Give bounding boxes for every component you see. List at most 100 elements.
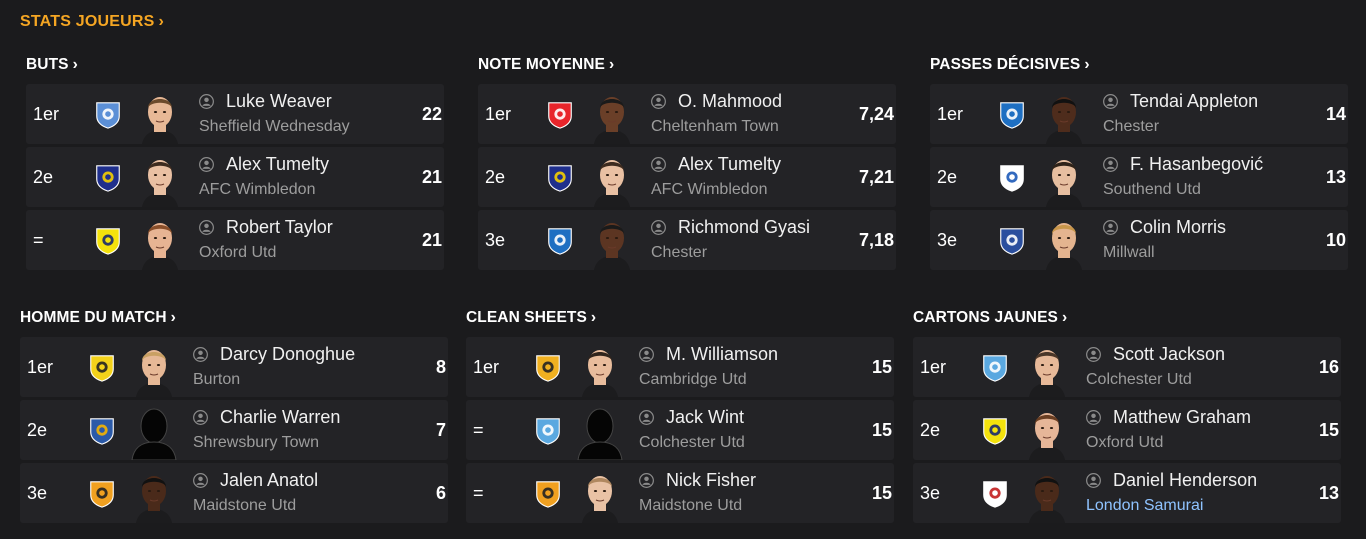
player-name-line[interactable]: Matthew Graham bbox=[1086, 407, 1251, 428]
player-face-icon[interactable] bbox=[1023, 341, 1071, 397]
player-name[interactable]: M. Williamson bbox=[666, 344, 778, 365]
club-name[interactable]: Burton bbox=[193, 371, 240, 389]
player-name-line[interactable]: Scott Jackson bbox=[1086, 344, 1225, 365]
player-row[interactable]: 1er Scott Jackson Colchester Utd 16 bbox=[913, 337, 1341, 397]
club-badge-icon[interactable] bbox=[544, 162, 576, 194]
player-name-line[interactable]: F. Hasanbegović bbox=[1103, 154, 1263, 175]
club-badge-icon[interactable] bbox=[979, 478, 1011, 510]
player-row[interactable]: 2e F. Hasanbegović Southend Utd 13 bbox=[930, 147, 1348, 207]
player-face-icon[interactable] bbox=[576, 341, 624, 397]
player-name[interactable]: Nick Fisher bbox=[666, 470, 756, 491]
player-row[interactable]: 3e Colin Morris Millwall 10 bbox=[930, 210, 1348, 270]
player-name-line[interactable]: Richmond Gyasi bbox=[651, 217, 810, 238]
club-badge-icon[interactable] bbox=[86, 478, 118, 510]
player-name-line[interactable]: Charlie Warren bbox=[193, 407, 340, 428]
player-face-icon[interactable] bbox=[130, 404, 178, 460]
club-name[interactable]: London Samurai bbox=[1086, 497, 1203, 515]
player-name[interactable]: Scott Jackson bbox=[1113, 344, 1225, 365]
player-name-line[interactable]: Luke Weaver bbox=[199, 91, 332, 112]
section-title[interactable]: CARTONS JAUNES › bbox=[913, 306, 1341, 330]
club-name[interactable]: AFC Wimbledon bbox=[199, 181, 315, 199]
section-title[interactable]: NOTE MOYENNE › bbox=[478, 53, 896, 77]
player-face-icon[interactable] bbox=[136, 151, 184, 207]
club-name[interactable]: Sheffield Wednesday bbox=[199, 118, 350, 136]
club-badge-icon[interactable] bbox=[544, 99, 576, 131]
player-face-icon[interactable] bbox=[1040, 88, 1088, 144]
player-face-icon[interactable] bbox=[576, 467, 624, 523]
player-name-line[interactable]: Jalen Anatol bbox=[193, 470, 318, 491]
player-name-line[interactable]: Jack Wint bbox=[639, 407, 744, 428]
player-name[interactable]: Daniel Henderson bbox=[1113, 470, 1257, 491]
section-title[interactable]: PASSES DÉCISIVES › bbox=[930, 53, 1348, 77]
player-name[interactable]: O. Mahmood bbox=[678, 91, 782, 112]
club-name[interactable]: Colchester Utd bbox=[1086, 371, 1192, 389]
club-badge-icon[interactable] bbox=[86, 415, 118, 447]
player-row[interactable]: = Robert Taylor Oxford Utd 21 bbox=[26, 210, 444, 270]
player-row[interactable]: 1er Luke Weaver Sheffield Wednesday 22 bbox=[26, 84, 444, 144]
player-name-line[interactable]: Alex Tumelty bbox=[651, 154, 781, 175]
player-row[interactable]: = Nick Fisher Maidstone Utd 15 bbox=[466, 463, 894, 523]
player-name[interactable]: Charlie Warren bbox=[220, 407, 340, 428]
player-name[interactable]: Robert Taylor bbox=[226, 217, 333, 238]
club-name[interactable]: Oxford Utd bbox=[1086, 434, 1163, 452]
club-name[interactable]: AFC Wimbledon bbox=[651, 181, 767, 199]
player-name[interactable]: Jalen Anatol bbox=[220, 470, 318, 491]
player-face-icon[interactable] bbox=[1040, 151, 1088, 207]
club-badge-icon[interactable] bbox=[92, 162, 124, 194]
club-badge-icon[interactable] bbox=[92, 99, 124, 131]
club-name[interactable]: Shrewsbury Town bbox=[193, 434, 319, 452]
club-name[interactable]: Chester bbox=[651, 244, 707, 262]
section-title[interactable]: HOMME DU MATCH › bbox=[20, 306, 448, 330]
club-badge-icon[interactable] bbox=[92, 225, 124, 257]
player-face-icon[interactable] bbox=[588, 88, 636, 144]
player-name-line[interactable]: M. Williamson bbox=[639, 344, 778, 365]
club-name[interactable]: Colchester Utd bbox=[639, 434, 745, 452]
player-name[interactable]: Colin Morris bbox=[1130, 217, 1226, 238]
player-face-icon[interactable] bbox=[130, 341, 178, 397]
player-name-line[interactable]: Darcy Donoghue bbox=[193, 344, 355, 365]
club-name[interactable]: Maidstone Utd bbox=[639, 497, 742, 515]
club-name[interactable]: Millwall bbox=[1103, 244, 1155, 262]
player-name-line[interactable]: O. Mahmood bbox=[651, 91, 782, 112]
player-name-line[interactable]: Colin Morris bbox=[1103, 217, 1226, 238]
player-face-icon[interactable] bbox=[130, 467, 178, 523]
club-badge-icon[interactable] bbox=[996, 225, 1028, 257]
club-name[interactable]: Chester bbox=[1103, 118, 1159, 136]
player-name-line[interactable]: Nick Fisher bbox=[639, 470, 756, 491]
player-row[interactable]: 2e Alex Tumelty AFC Wimbledon 21 bbox=[26, 147, 444, 207]
club-name[interactable]: Cambridge Utd bbox=[639, 371, 747, 389]
club-name[interactable]: Cheltenham Town bbox=[651, 118, 779, 136]
player-row[interactable]: 1er Tendai Appleton Chester 14 bbox=[930, 84, 1348, 144]
player-face-icon[interactable] bbox=[1040, 214, 1088, 270]
player-name-line[interactable]: Alex Tumelty bbox=[199, 154, 329, 175]
club-badge-icon[interactable] bbox=[996, 162, 1028, 194]
player-name-line[interactable]: Daniel Henderson bbox=[1086, 470, 1257, 491]
player-name[interactable]: Tendai Appleton bbox=[1130, 91, 1258, 112]
player-row[interactable]: 1er M. Williamson Cambridge Utd 15 bbox=[466, 337, 894, 397]
player-row[interactable]: 3e Daniel Henderson London Samurai 13 bbox=[913, 463, 1341, 523]
player-name-line[interactable]: Tendai Appleton bbox=[1103, 91, 1258, 112]
club-name[interactable]: Southend Utd bbox=[1103, 181, 1201, 199]
player-face-icon[interactable] bbox=[1023, 467, 1071, 523]
player-name[interactable]: Jack Wint bbox=[666, 407, 744, 428]
player-name[interactable]: Luke Weaver bbox=[226, 91, 332, 112]
section-title[interactable]: BUTS › bbox=[26, 53, 444, 77]
player-name[interactable]: Alex Tumelty bbox=[678, 154, 781, 175]
club-badge-icon[interactable] bbox=[544, 225, 576, 257]
player-face-icon[interactable] bbox=[588, 214, 636, 270]
player-row[interactable]: 3e Jalen Anatol Maidstone Utd 6 bbox=[20, 463, 448, 523]
player-row[interactable]: = Jack Wint Colchester Utd 15 bbox=[466, 400, 894, 460]
player-row[interactable]: 2e Matthew Graham Oxford Utd 15 bbox=[913, 400, 1341, 460]
club-badge-icon[interactable] bbox=[979, 415, 1011, 447]
club-badge-icon[interactable] bbox=[979, 352, 1011, 384]
player-name[interactable]: F. Hasanbegović bbox=[1130, 154, 1263, 175]
player-row[interactable]: 3e Richmond Gyasi Chester 7,18 bbox=[478, 210, 896, 270]
player-row[interactable]: 1er O. Mahmood Cheltenham Town 7,24 bbox=[478, 84, 896, 144]
page-title[interactable]: STATS JOUEURS › bbox=[20, 13, 164, 31]
club-badge-icon[interactable] bbox=[532, 478, 564, 510]
club-name[interactable]: Oxford Utd bbox=[199, 244, 276, 262]
player-name-line[interactable]: Robert Taylor bbox=[199, 217, 333, 238]
player-name[interactable]: Alex Tumelty bbox=[226, 154, 329, 175]
club-name[interactable]: Maidstone Utd bbox=[193, 497, 296, 515]
player-row[interactable]: 1er Darcy Donoghue Burton 8 bbox=[20, 337, 448, 397]
